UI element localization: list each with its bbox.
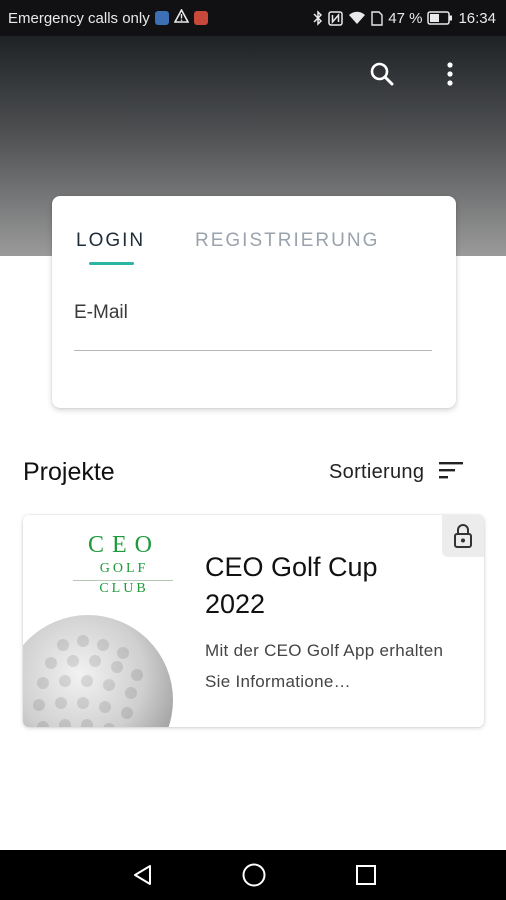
system-nav-bar bbox=[0, 850, 506, 900]
nfc-icon bbox=[328, 10, 343, 26]
app-notification-icon bbox=[193, 11, 208, 25]
battery-icon bbox=[427, 11, 453, 25]
clock: 16:34 bbox=[458, 9, 496, 27]
battery-percent: 47 % bbox=[388, 9, 423, 27]
sort-button[interactable]: Sortierung bbox=[329, 460, 464, 485]
logo-text-club: CLUB bbox=[99, 581, 149, 596]
recents-icon[interactable] bbox=[352, 862, 380, 888]
tab-register[interactable]: REGISTRIERUNG bbox=[195, 230, 379, 252]
sort-icon bbox=[438, 460, 464, 485]
logo-text-ceo: CEO bbox=[88, 532, 160, 558]
home-icon[interactable] bbox=[240, 862, 268, 888]
project-description: Mit der CEO Golf App erhalten Sie Inform… bbox=[205, 641, 444, 691]
tab-login[interactable]: LOGIN bbox=[76, 230, 145, 252]
project-title: CEO Golf Cup 2022 bbox=[205, 552, 378, 619]
shield-icon bbox=[154, 11, 169, 25]
project-card[interactable]: CEO GOLF CLUB CEO Golf Cup 2022 Mit der … bbox=[23, 515, 484, 727]
active-tab-indicator bbox=[89, 262, 134, 265]
sim-icon bbox=[371, 10, 383, 26]
section-title-projects: Projekte bbox=[23, 458, 115, 486]
search-icon[interactable] bbox=[364, 56, 400, 92]
warning-icon bbox=[173, 8, 190, 27]
status-bar: Emergency calls only 47 % 16:34 bbox=[0, 0, 506, 36]
more-vert-icon[interactable] bbox=[432, 56, 468, 92]
lock-icon bbox=[442, 515, 484, 557]
auth-card: LOGIN REGISTRIERUNG E-Mail bbox=[52, 196, 456, 408]
logo-text-golf: GOLF bbox=[99, 561, 149, 576]
carrier-text: Emergency calls only bbox=[8, 9, 150, 27]
back-icon[interactable] bbox=[128, 862, 156, 888]
bluetooth-icon bbox=[313, 10, 323, 26]
sort-label: Sortierung bbox=[329, 461, 425, 483]
project-image: CEO GOLF CLUB bbox=[23, 515, 183, 727]
email-field[interactable]: E-Mail bbox=[74, 302, 128, 324]
golf-ball-image bbox=[23, 615, 173, 727]
wifi-icon bbox=[348, 11, 366, 25]
email-field-underline bbox=[74, 350, 432, 351]
